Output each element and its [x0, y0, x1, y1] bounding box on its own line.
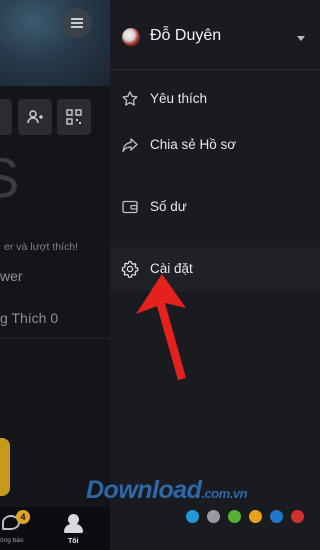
chevron-down-icon	[297, 36, 305, 41]
menu-item-label: Số dư	[150, 199, 187, 214]
qr-code-button[interactable]	[57, 99, 91, 135]
watermark-logo: Download.com.vn	[86, 476, 248, 505]
divider	[110, 69, 320, 70]
cover-image	[0, 0, 110, 86]
avatar	[122, 28, 140, 46]
bottom-navigation: 4 ông báo Tôi	[0, 507, 110, 550]
red-arrow-annotation	[136, 274, 186, 380]
nav-notifications-label: ông báo	[0, 537, 24, 544]
hamburger-menu-button[interactable]	[62, 8, 92, 38]
menu-item-balance[interactable]: Số dư	[110, 185, 320, 229]
nav-me-label: Tôi	[68, 538, 79, 545]
share-icon	[122, 138, 138, 153]
qr-code-icon	[66, 109, 82, 125]
watermark-brand: Download	[86, 476, 202, 504]
menu-item-label: Yêu thích	[150, 91, 208, 106]
watermark-dot	[186, 510, 199, 523]
like-count-text: g Thích 0	[0, 310, 59, 326]
add-user-icon	[27, 110, 43, 124]
add-friend-button[interactable]	[18, 99, 52, 135]
partial-action-button[interactable]	[0, 99, 12, 135]
menu-item-share-profile[interactable]: Chia sẻ Hồ sơ	[110, 123, 320, 167]
nav-me[interactable]: Tôi	[60, 509, 88, 549]
watermark-domain: .com.vn	[201, 486, 248, 501]
follower-count-text: wer	[0, 268, 23, 284]
watermark-dot	[270, 510, 283, 523]
menu-item-label: Chia sẻ Hồ sơ	[150, 137, 237, 152]
star-icon	[122, 91, 138, 106]
profile-panel: S er và lượt thích! wer g Thích 0 4 ông …	[0, 0, 110, 550]
yellow-floating-tab[interactable]	[0, 438, 10, 496]
watermark-dot	[207, 510, 220, 523]
menu-item-favorites[interactable]: Yêu thích	[110, 77, 320, 121]
watermark-dot	[249, 510, 262, 523]
wallet-icon	[122, 200, 138, 214]
profile-action-row	[0, 99, 110, 137]
account-switcher[interactable]: Đỗ Duyên	[110, 14, 320, 64]
profile-hint-text: er và lượt thích!	[4, 241, 79, 253]
watermark-dot	[291, 510, 304, 523]
watermark-dots	[186, 510, 310, 524]
username: Đỗ Duyên	[150, 27, 222, 44]
nav-notifications[interactable]: 4 ông báo	[0, 509, 34, 549]
divider	[0, 338, 110, 339]
notification-badge: 4	[16, 510, 30, 524]
watermark-dot	[228, 510, 241, 523]
background-glyph: S	[0, 146, 20, 209]
